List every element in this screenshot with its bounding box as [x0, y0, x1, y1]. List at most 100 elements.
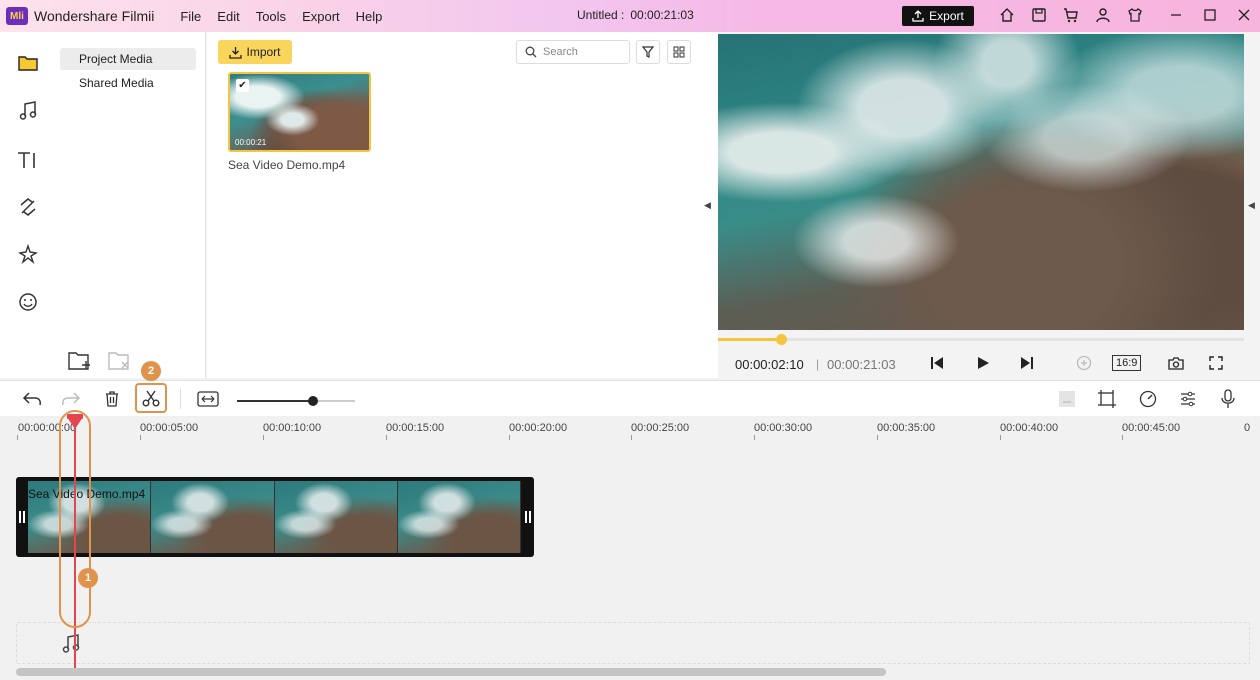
search-box[interactable]	[516, 40, 630, 64]
marker-icon	[1056, 388, 1078, 410]
minimize-icon[interactable]	[1166, 4, 1186, 26]
grid-view-button[interactable]	[667, 40, 691, 64]
render-preview-icon	[1075, 354, 1093, 372]
delete-icon[interactable]	[101, 388, 123, 410]
menu-help[interactable]: Help	[356, 9, 383, 24]
microphone-icon[interactable]	[1217, 388, 1239, 410]
import-label: Import	[246, 45, 281, 59]
menu-file[interactable]: File	[180, 9, 201, 24]
filter-icon	[642, 46, 654, 58]
next-frame-icon[interactable]	[1018, 354, 1036, 372]
collapse-right-icon[interactable]: ◀	[1248, 200, 1255, 211]
time-separator: |	[816, 357, 820, 371]
ruler-label: 00:00:45:00	[1122, 422, 1181, 434]
timeline-horizontal-scrollbar[interactable]	[16, 668, 886, 676]
export-icon	[912, 10, 924, 22]
progress-fill	[718, 338, 782, 341]
progress-handle[interactable]	[776, 334, 788, 345]
import-icon	[229, 46, 243, 59]
redo-icon	[60, 388, 82, 410]
zoom-slider-handle[interactable]	[307, 396, 318, 406]
thumbnail-duration: 00:00:21	[235, 138, 267, 147]
export-button[interactable]: Export	[902, 6, 974, 26]
app-name: Wondershare Filmii	[34, 8, 155, 24]
document-name: Untitled :	[577, 8, 625, 22]
grid-icon	[673, 46, 685, 58]
document-title: Untitled : 00:00:21:03	[577, 8, 694, 22]
sticker-icon[interactable]	[16, 290, 40, 314]
menu-export[interactable]: Export	[302, 9, 340, 24]
speed-icon[interactable]	[1137, 388, 1159, 410]
annotation-highlight-playhead	[59, 410, 91, 628]
import-button[interactable]: Import	[218, 40, 292, 64]
music-icon[interactable]	[16, 99, 40, 123]
collapse-left-icon[interactable]: ◀	[704, 200, 711, 211]
ruler-label: 00:00:15:00	[386, 422, 445, 434]
aspect-ratio-button[interactable]: 16:9	[1112, 355, 1142, 371]
media-nav-panel: Project Media Shared Media	[56, 32, 206, 378]
ruler-label: 00:00:40:00	[1000, 422, 1059, 434]
video-clip[interactable]: Sea Video Demo.mp4	[16, 477, 534, 557]
snapshot-camera-icon[interactable]	[1167, 354, 1185, 372]
timeline-zoom-slider[interactable]	[237, 396, 355, 406]
clip-trim-handle-left[interactable]	[19, 511, 25, 523]
audio-track[interactable]	[16, 622, 1250, 664]
split-scissors-icon[interactable]	[140, 388, 162, 410]
timeline-ruler[interactable]: 00:00:00:00 00:00:05:00 00:00:10:00 00:0…	[0, 416, 1260, 440]
ruler-label: 00:00:35:00	[877, 422, 936, 434]
ruler-label: 0	[1244, 422, 1251, 434]
transition-icon[interactable]	[16, 195, 40, 219]
ruler-label: 00:00:25:00	[631, 422, 690, 434]
timeline-toolbar	[0, 380, 1260, 416]
effects-icon[interactable]	[16, 242, 40, 266]
fit-timeline-icon[interactable]	[197, 388, 219, 410]
video-preview	[718, 34, 1244, 330]
current-time: 00:00:02:10	[735, 357, 804, 372]
fullscreen-icon[interactable]	[1207, 354, 1225, 372]
toolbar-divider	[180, 389, 181, 409]
left-icon-bar	[0, 32, 56, 378]
nav-project-media[interactable]: Project Media	[60, 48, 196, 70]
annotation-badge-1: 1	[78, 568, 98, 588]
document-duration: 00:00:21:03	[630, 8, 694, 22]
ruler-label: 00:00:20:00	[509, 422, 568, 434]
menu-tools[interactable]: Tools	[256, 9, 286, 24]
maximize-icon[interactable]	[1200, 4, 1220, 26]
save-icon[interactable]	[1030, 6, 1048, 24]
media-filename: Sea Video Demo.mp4	[228, 158, 346, 172]
total-time: 00:00:21:03	[827, 357, 896, 372]
search-icon	[525, 46, 537, 58]
home-icon[interactable]	[998, 6, 1016, 24]
playback-progress[interactable]	[718, 334, 1244, 345]
clip-trim-handle-right[interactable]	[525, 511, 531, 523]
annotation-badge-2: 2	[141, 361, 161, 381]
audio-track-music-icon	[60, 633, 82, 655]
text-icon[interactable]	[16, 148, 40, 172]
close-icon[interactable]	[1234, 4, 1254, 26]
zoom-track-tail	[312, 400, 355, 402]
media-library: Import ✔ 00:00:21 Sea Video Demo.mp4 ◀	[207, 32, 718, 378]
menu-bar: File Edit Tools Export Help	[180, 9, 382, 24]
menu-edit[interactable]: Edit	[217, 9, 239, 24]
adjust-icon[interactable]	[1177, 388, 1199, 410]
play-icon[interactable]	[974, 354, 992, 372]
user-icon[interactable]	[1094, 6, 1112, 24]
checkbox-checked-icon[interactable]: ✔	[236, 79, 249, 92]
ruler-label: 00:00:05:00	[140, 422, 199, 434]
previous-frame-icon[interactable]	[928, 354, 946, 372]
folder-icon[interactable]	[16, 51, 40, 75]
title-bar: Mli Wondershare Filmii File Edit Tools E…	[0, 0, 1260, 32]
cart-icon[interactable]	[1062, 6, 1080, 24]
filter-button[interactable]	[636, 40, 660, 64]
app-logo: Mli	[6, 7, 28, 25]
nav-shared-media[interactable]: Shared Media	[60, 72, 196, 94]
undo-icon[interactable]	[21, 388, 43, 410]
export-label: Export	[929, 9, 964, 23]
crop-icon[interactable]	[1096, 388, 1118, 410]
new-folder-icon[interactable]	[68, 350, 92, 372]
ruler-label: 00:00:30:00	[754, 422, 813, 434]
delete-folder-icon	[108, 350, 132, 372]
search-input[interactable]	[543, 46, 623, 58]
media-thumbnail[interactable]: ✔ 00:00:21	[228, 72, 371, 152]
shirt-icon[interactable]	[1126, 6, 1144, 24]
